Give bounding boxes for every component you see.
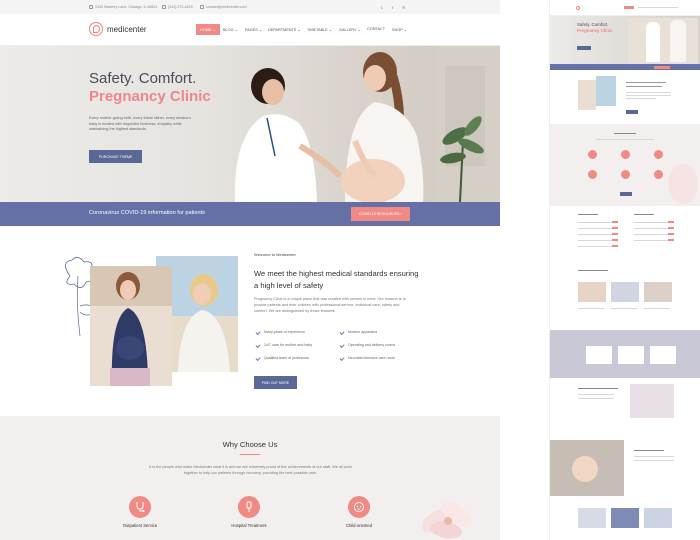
- welcome-text: Pregnancy Clinic is a unique place that …: [254, 297, 406, 313]
- nav-item-timetable[interactable]: TIMETABLE ⌄: [303, 24, 336, 35]
- check-icon: [339, 355, 345, 361]
- check-icon: [339, 342, 345, 348]
- service-label: Child-oriented: [345, 523, 373, 528]
- pinterest-icon[interactable]: ℗: [402, 5, 405, 10]
- feature-item: 24/7 care for mother and baby: [255, 342, 312, 348]
- thumb-hero: Safety. Comfort. Pregnancy Clinic: [550, 16, 700, 64]
- feature-item: Many years of experience: [255, 329, 305, 335]
- top-info-bar: 1393 Marterry Lane, Chicago, IL 60601 (3…: [0, 0, 500, 14]
- flower-decoration: [421, 501, 472, 539]
- nav-item-home[interactable]: HOME ⌄: [196, 24, 220, 35]
- welcome-photos: [65, 256, 238, 386]
- facebook-icon[interactable]: f: [392, 5, 393, 10]
- thumb-banner: [550, 330, 700, 378]
- service-hospital[interactable]: Hospital Treatment: [219, 496, 279, 528]
- welcome-section: Welcome to Medicenter We meet the highes…: [0, 226, 500, 416]
- feature-item: Neonatal intensive care room: [339, 355, 395, 361]
- phone-info: (312) 273-4215: [162, 5, 193, 9]
- page-preview: 1393 Marterry Lane, Chicago, IL 60601 (3…: [0, 0, 500, 540]
- hero-heading-line2: Pregnancy Clinic: [89, 88, 211, 105]
- feature-item: Modern apparatus: [339, 329, 377, 335]
- service-outpatient[interactable]: Outpatient Service: [110, 496, 170, 528]
- welcome-title: We meet the highest medical standards en…: [254, 269, 419, 290]
- thumb-department: [550, 378, 700, 438]
- email-info[interactable]: contact@medicenter.com: [200, 5, 247, 9]
- logo[interactable]: medicenter: [89, 22, 147, 36]
- thumb-why: [550, 124, 700, 206]
- brand-name: medicenter: [107, 24, 147, 34]
- email-icon: [200, 5, 204, 9]
- title-underline: [240, 454, 260, 455]
- feature-item: Operating and delivery rooms: [339, 342, 395, 348]
- feature-item: Qualified team of professors: [255, 355, 309, 361]
- purchase-theme-button[interactable]: PURCHASE THEME: [89, 150, 142, 163]
- service-label: Hospital Treatment: [231, 523, 267, 528]
- baby-icon: [348, 496, 370, 518]
- service-label: Outpatient Service: [122, 523, 158, 528]
- nav-item-shop[interactable]: SHOP ⌄: [388, 24, 411, 35]
- thumb-footer: [550, 498, 700, 540]
- location-icon: [89, 5, 93, 9]
- twitter-icon[interactable]: 𝕥: [381, 5, 383, 10]
- nav-item-pages[interactable]: PAGES ⌄: [241, 24, 266, 35]
- nav-item-departments[interactable]: DEPARTMENTS ⌄: [264, 24, 305, 35]
- service-child[interactable]: Child-oriented: [329, 496, 389, 528]
- check-icon: [339, 329, 345, 335]
- address-text: 1393 Marterry Lane, Chicago, IL 60601: [95, 5, 158, 9]
- hero-description: Every mother giving birth, every future …: [89, 116, 191, 132]
- welcome-kicker: Welcome to Medicenter: [254, 252, 296, 257]
- covid-info-text: Coronavirus COVID-19 information for pat…: [89, 210, 205, 216]
- email-text[interactable]: contact@medicenter.com: [206, 5, 247, 9]
- hero-section: Safety. Comfort. Pregnancy Clinic Every …: [0, 46, 500, 202]
- covid-banner: Coronavirus COVID-19 information for pat…: [0, 202, 500, 226]
- address-info: 1393 Marterry Lane, Chicago, IL 60601: [89, 5, 157, 9]
- thumb-header: [550, 0, 700, 16]
- main-navigation: medicenter HOME ⌄ BLOG ⌄ PAGES ⌄ DEPARTM…: [0, 14, 500, 46]
- iv-drip-icon: [238, 496, 260, 518]
- logo-mark-icon: [89, 22, 103, 36]
- find-out-more-button[interactable]: FIND OUT MORE: [254, 376, 297, 389]
- hero-heading-line1: Safety. Comfort.: [89, 70, 197, 87]
- covid-resources-button[interactable]: COVID-19 RESOURCES ›: [351, 207, 410, 221]
- why-text: It is the people who make Medicenter wha…: [149, 465, 352, 475]
- why-title: Why Choose Us: [222, 440, 278, 449]
- why-choose-us-section: Why Choose Us It is the people who make …: [0, 416, 500, 540]
- phone-icon: [162, 5, 166, 9]
- nav-item-blog[interactable]: BLOG ⌄: [219, 24, 242, 35]
- check-icon: [255, 355, 261, 361]
- phone-text: (312) 273-4215: [168, 5, 193, 9]
- nav-item-contact[interactable]: CONTACT: [363, 24, 389, 34]
- thumb-timetable: [550, 206, 700, 264]
- stethoscope-icon: [129, 496, 151, 518]
- thumb-baby: [550, 438, 700, 498]
- check-icon: [255, 342, 261, 348]
- full-page-thumbnail: Safety. Comfort. Pregnancy Clinic: [549, 0, 700, 540]
- check-icon: [255, 329, 261, 335]
- nav-item-gallery[interactable]: GALLERY ⌄: [335, 24, 365, 35]
- thumb-welcome: [550, 70, 700, 124]
- hero-photo: [234, 46, 500, 202]
- thumb-blog: [550, 264, 700, 330]
